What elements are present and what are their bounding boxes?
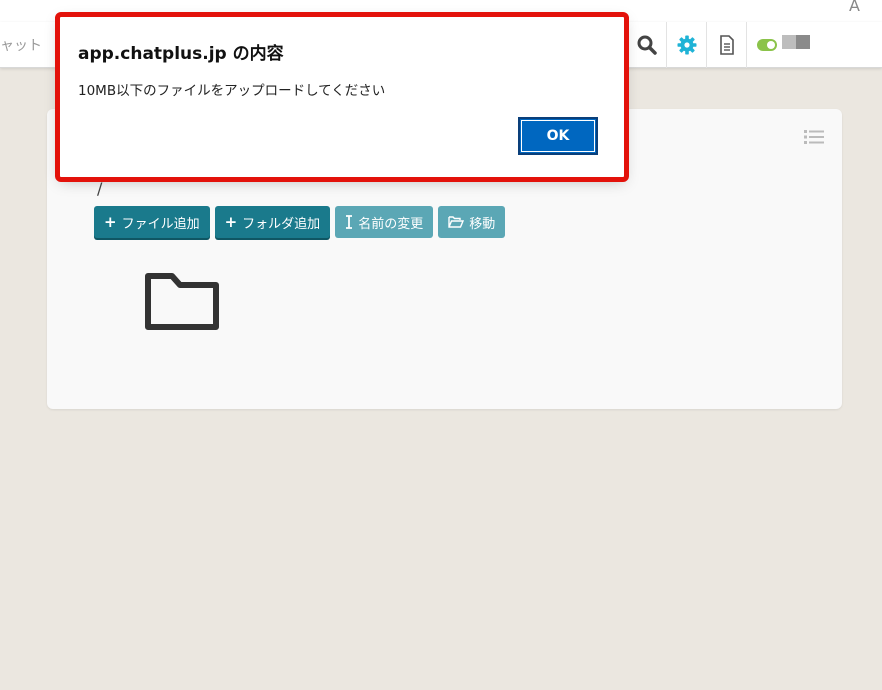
move-label: 移動 xyxy=(469,216,496,232)
move-button[interactable]: 移動 xyxy=(438,206,506,238)
list-icon[interactable] xyxy=(804,129,824,145)
gear-icon xyxy=(677,35,696,55)
chat-tab-label[interactable]: ャット xyxy=(0,35,42,55)
search-icon xyxy=(637,35,657,55)
rename-button[interactable]: 名前の変更 xyxy=(335,206,434,238)
folder-open-icon xyxy=(448,216,465,228)
plus-icon: + xyxy=(224,213,238,231)
text-cursor-icon xyxy=(346,215,353,229)
folder-icon[interactable] xyxy=(144,272,222,332)
highlight-frame xyxy=(55,12,629,182)
toggle-icon[interactable] xyxy=(757,39,777,51)
add-file-button[interactable]: + ファイル追加 xyxy=(94,206,210,238)
add-folder-label: フォルダ追加 xyxy=(242,216,321,232)
add-file-label: ファイル追加 xyxy=(121,216,200,232)
document-button[interactable] xyxy=(706,22,746,68)
plus-icon: + xyxy=(104,213,117,231)
corner-glyph: A xyxy=(849,0,860,15)
rename-label: 名前の変更 xyxy=(358,216,424,232)
document-icon xyxy=(719,35,734,55)
add-folder-button[interactable]: + フォルダ追加 xyxy=(214,206,331,238)
search-button[interactable] xyxy=(626,22,666,68)
file-action-buttons: + ファイル追加 + フォルダ追加 名前の変更 移動 xyxy=(94,206,506,238)
settings-button[interactable] xyxy=(666,22,706,68)
status-blocks xyxy=(782,35,810,49)
